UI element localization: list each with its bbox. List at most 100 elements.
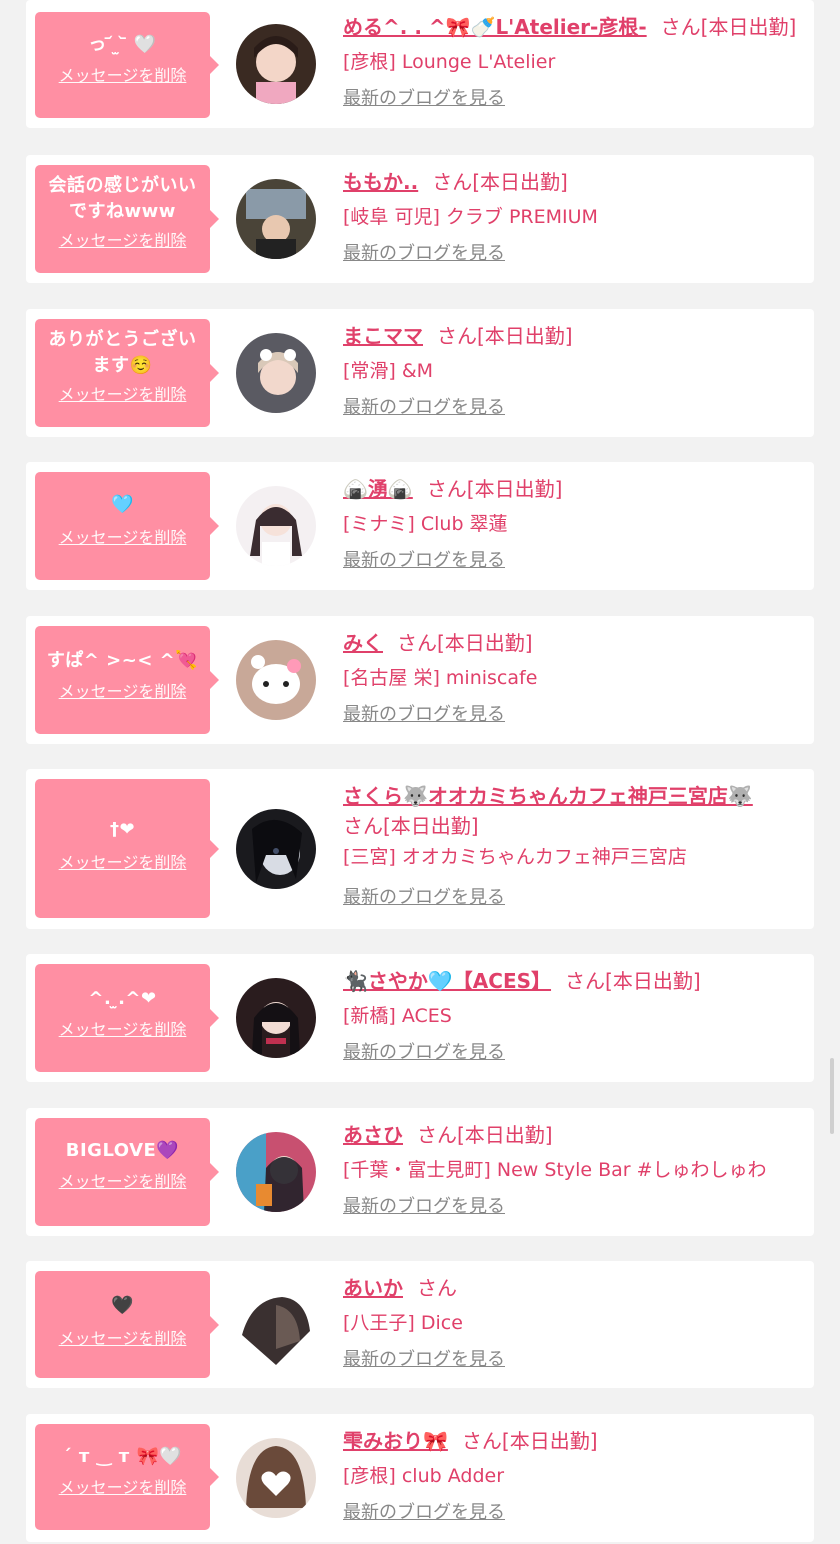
message-card: すぱ^ >~< ^💘 メッセージを削除 みく さん[本日出勤] [名古屋 栄] m… (26, 616, 814, 744)
shop-label: [彦根] club Adder (343, 1465, 505, 1487)
delete-message-link[interactable]: メッセージを削除 (59, 524, 187, 548)
shop-label: [三宮] オオカミちゃんカフェ神戸三宮店 (343, 846, 687, 868)
message-card: 会話の感じがいいですねwww メッセージを削除 ももか.. さん[本日出勤] [岐… (26, 155, 814, 283)
message-card: ^. ̫.^❤ メッセージを削除 🐈‍⬛さやか🩵【ACES】 さん[本日出勤] [… (26, 954, 814, 1082)
status-label: さん[本日出勤] (432, 170, 568, 194)
message-text: っ ᷄ ̫ ᷅ 🤍 (88, 34, 157, 55)
shop-label: [彦根] Lounge L'Atelier (343, 51, 556, 73)
delete-message-link[interactable]: メッセージを削除 (59, 678, 187, 702)
cast-name-link[interactable]: 🐈‍⬛さやか🩵【ACES】 (343, 969, 551, 993)
cast-name-link[interactable]: あいか (343, 1276, 403, 1300)
scrollbar[interactable] (830, 1058, 834, 1134)
delete-message-link[interactable]: メッセージを削除 (59, 62, 187, 86)
message-card: †❤ メッセージを削除 さくら🐺オオカミちゃんカフェ神戸三宮店🐺 さん[本日出勤… (26, 769, 814, 929)
shop-label: [千葉・富士見町] New Style Bar #しゅわしゅわ (343, 1159, 767, 1181)
avatar[interactable] (236, 1285, 316, 1365)
status-label: さん[本日出勤] (343, 814, 479, 838)
message-bubble: ^. ̫.^❤ メッセージを削除 (35, 964, 219, 1072)
blog-link[interactable]: 最新のブログを見る (343, 241, 803, 267)
avatar[interactable] (236, 809, 316, 889)
avatar[interactable] (236, 179, 316, 259)
status-label: さん[本日出勤] (437, 324, 573, 348)
status-label: さん[本日出勤] (660, 15, 797, 39)
message-bubble: すぱ^ >~< ^💘 メッセージを削除 (35, 626, 219, 734)
message-text: ´ т ‿ т 🎀🤍 (62, 1446, 183, 1467)
status-label: さん[本日出勤] (426, 477, 563, 501)
cast-info: あいか さん [八王子] Dice 最新のブログを見る (343, 1273, 803, 1373)
shop-label: [八王子] Dice (343, 1312, 463, 1334)
message-text: †❤ (109, 819, 136, 840)
cast-info: さくら🐺オオカミちゃんカフェ神戸三宮店🐺 さん[本日出勤] [三宮] オオカミち… (343, 781, 803, 911)
delete-message-link[interactable]: メッセージを削除 (59, 1168, 187, 1192)
delete-message-link[interactable]: メッセージを削除 (59, 381, 187, 405)
status-label: さん[本日出勤] (417, 1123, 553, 1147)
cast-info: ももか.. さん[本日出勤] [岐阜 可児] クラブ PREMIUM 最新のブログ… (343, 167, 803, 267)
avatar[interactable] (236, 333, 316, 413)
message-bubble: 🖤 メッセージを削除 (35, 1271, 219, 1378)
cast-info: める^. . ^🎀🍼L'Atelier-彦根- さん[本日出勤] [彦根] Lou… (343, 12, 803, 112)
message-text: 🖤 (111, 1295, 134, 1316)
shop-label: [新橋] ACES (343, 1005, 452, 1027)
shop-label: [常滑] &M (343, 360, 434, 382)
message-bubble: 🩵 メッセージを削除 (35, 472, 219, 580)
message-text: BIGLOVE💜 (65, 1140, 180, 1161)
status-label: さん[本日出勤] (461, 1429, 598, 1453)
avatar[interactable] (236, 486, 316, 566)
cast-name-link[interactable]: あさひ (343, 1123, 403, 1147)
status-label: さん[本日出勤] (397, 631, 533, 655)
avatar[interactable] (236, 1438, 316, 1518)
blog-link[interactable]: 最新のブログを見る (343, 548, 803, 574)
message-card: 🖤 メッセージを削除 あいか さん [八王子] Dice 最新のブログを見る (26, 1261, 814, 1388)
avatar[interactable] (236, 640, 316, 720)
message-card: ´ т ‿ т 🎀🤍 メッセージを削除 雫みおり🎀 さん[本日出勤] [彦根] c… (26, 1414, 814, 1542)
delete-message-link[interactable]: メッセージを削除 (59, 1325, 187, 1349)
cast-name-link[interactable]: さくら🐺オオカミちゃんカフェ神戸三宮店🐺 (343, 784, 753, 808)
blog-link[interactable]: 最新のブログを見る (343, 885, 803, 911)
message-card: 🩵 メッセージを削除 🍙湧🍙 さん[本日出勤] [ミナミ] Club 翠蓮 最新の… (26, 462, 814, 590)
message-bubble: 会話の感じがいいですねwww メッセージを削除 (35, 165, 219, 273)
cast-info: あさひ さん[本日出勤] [千葉・富士見町] New Style Bar #しゅわ… (343, 1120, 803, 1220)
message-bubble: ´ т ‿ т 🎀🤍 メッセージを削除 (35, 1424, 219, 1530)
status-label: さん (417, 1276, 457, 1300)
delete-message-link[interactable]: メッセージを削除 (59, 1474, 187, 1498)
blog-link[interactable]: 最新のブログを見る (343, 702, 803, 728)
message-card: BIGLOVE💜 メッセージを削除 あさひ さん[本日出勤] [千葉・富士見町] … (26, 1108, 814, 1236)
message-text: 会話の感じがいいですねwww (48, 175, 197, 222)
cast-name-link[interactable]: 雫みおり🎀 (343, 1429, 448, 1453)
status-label: さん[本日出勤] (565, 969, 701, 993)
message-card: っ ᷄ ̫ ᷅ 🤍 メッセージを削除 める^. . ^🎀🍼L'Atelier-彦… (26, 0, 814, 128)
message-bubble: †❤ メッセージを削除 (35, 779, 219, 918)
message-text: ありがとうございます☺️ (48, 329, 197, 376)
blog-link[interactable]: 最新のブログを見る (343, 395, 803, 421)
avatar[interactable] (236, 978, 316, 1058)
cast-name-link[interactable]: まこママ (343, 324, 423, 348)
avatar[interactable] (236, 1132, 316, 1212)
blog-link[interactable]: 最新のブログを見る (343, 86, 803, 112)
delete-message-link[interactable]: メッセージを削除 (59, 1016, 187, 1040)
delete-message-link[interactable]: メッセージを削除 (59, 227, 187, 251)
cast-info: みく さん[本日出勤] [名古屋 栄] miniscafe 最新のブログを見る (343, 628, 803, 728)
shop-label: [名古屋 栄] miniscafe (343, 667, 538, 689)
message-bubble: ありがとうございます☺️ メッセージを削除 (35, 319, 219, 427)
message-bubble: っ ᷄ ̫ ᷅ 🤍 メッセージを削除 (35, 12, 219, 118)
cast-name-link[interactable]: ももか.. (343, 170, 418, 194)
avatar[interactable] (236, 24, 316, 104)
blog-link[interactable]: 最新のブログを見る (343, 1040, 803, 1066)
blog-link[interactable]: 最新のブログを見る (343, 1194, 803, 1220)
cast-info: 🍙湧🍙 さん[本日出勤] [ミナミ] Club 翠蓮 最新のブログを見る (343, 474, 803, 574)
cast-name-link[interactable]: みく (343, 631, 383, 655)
cast-info: 雫みおり🎀 さん[本日出勤] [彦根] club Adder 最新のブログを見る (343, 1426, 803, 1526)
blog-link[interactable]: 最新のブログを見る (343, 1500, 803, 1526)
shop-label: [ミナミ] Club 翠蓮 (343, 513, 508, 535)
delete-message-link[interactable]: メッセージを削除 (59, 849, 187, 873)
cast-info: 🐈‍⬛さやか🩵【ACES】 さん[本日出勤] [新橋] ACES 最新のブログを見… (343, 966, 803, 1066)
blog-link[interactable]: 最新のブログを見る (343, 1347, 803, 1373)
message-text: 🩵 (111, 494, 134, 515)
cast-info: まこママ さん[本日出勤] [常滑] &M 最新のブログを見る (343, 321, 803, 421)
cast-name-link[interactable]: める^. . ^🎀🍼L'Atelier-彦根- (343, 15, 647, 39)
cast-name-link[interactable]: 🍙湧🍙 (343, 477, 413, 501)
message-text: すぱ^ >~< ^💘 (46, 650, 199, 671)
message-text: ^. ̫.^❤ (88, 988, 157, 1009)
message-card: ありがとうございます☺️ メッセージを削除 まこママ さん[本日出勤] [常滑] … (26, 309, 814, 437)
message-bubble: BIGLOVE💜 メッセージを削除 (35, 1118, 219, 1226)
